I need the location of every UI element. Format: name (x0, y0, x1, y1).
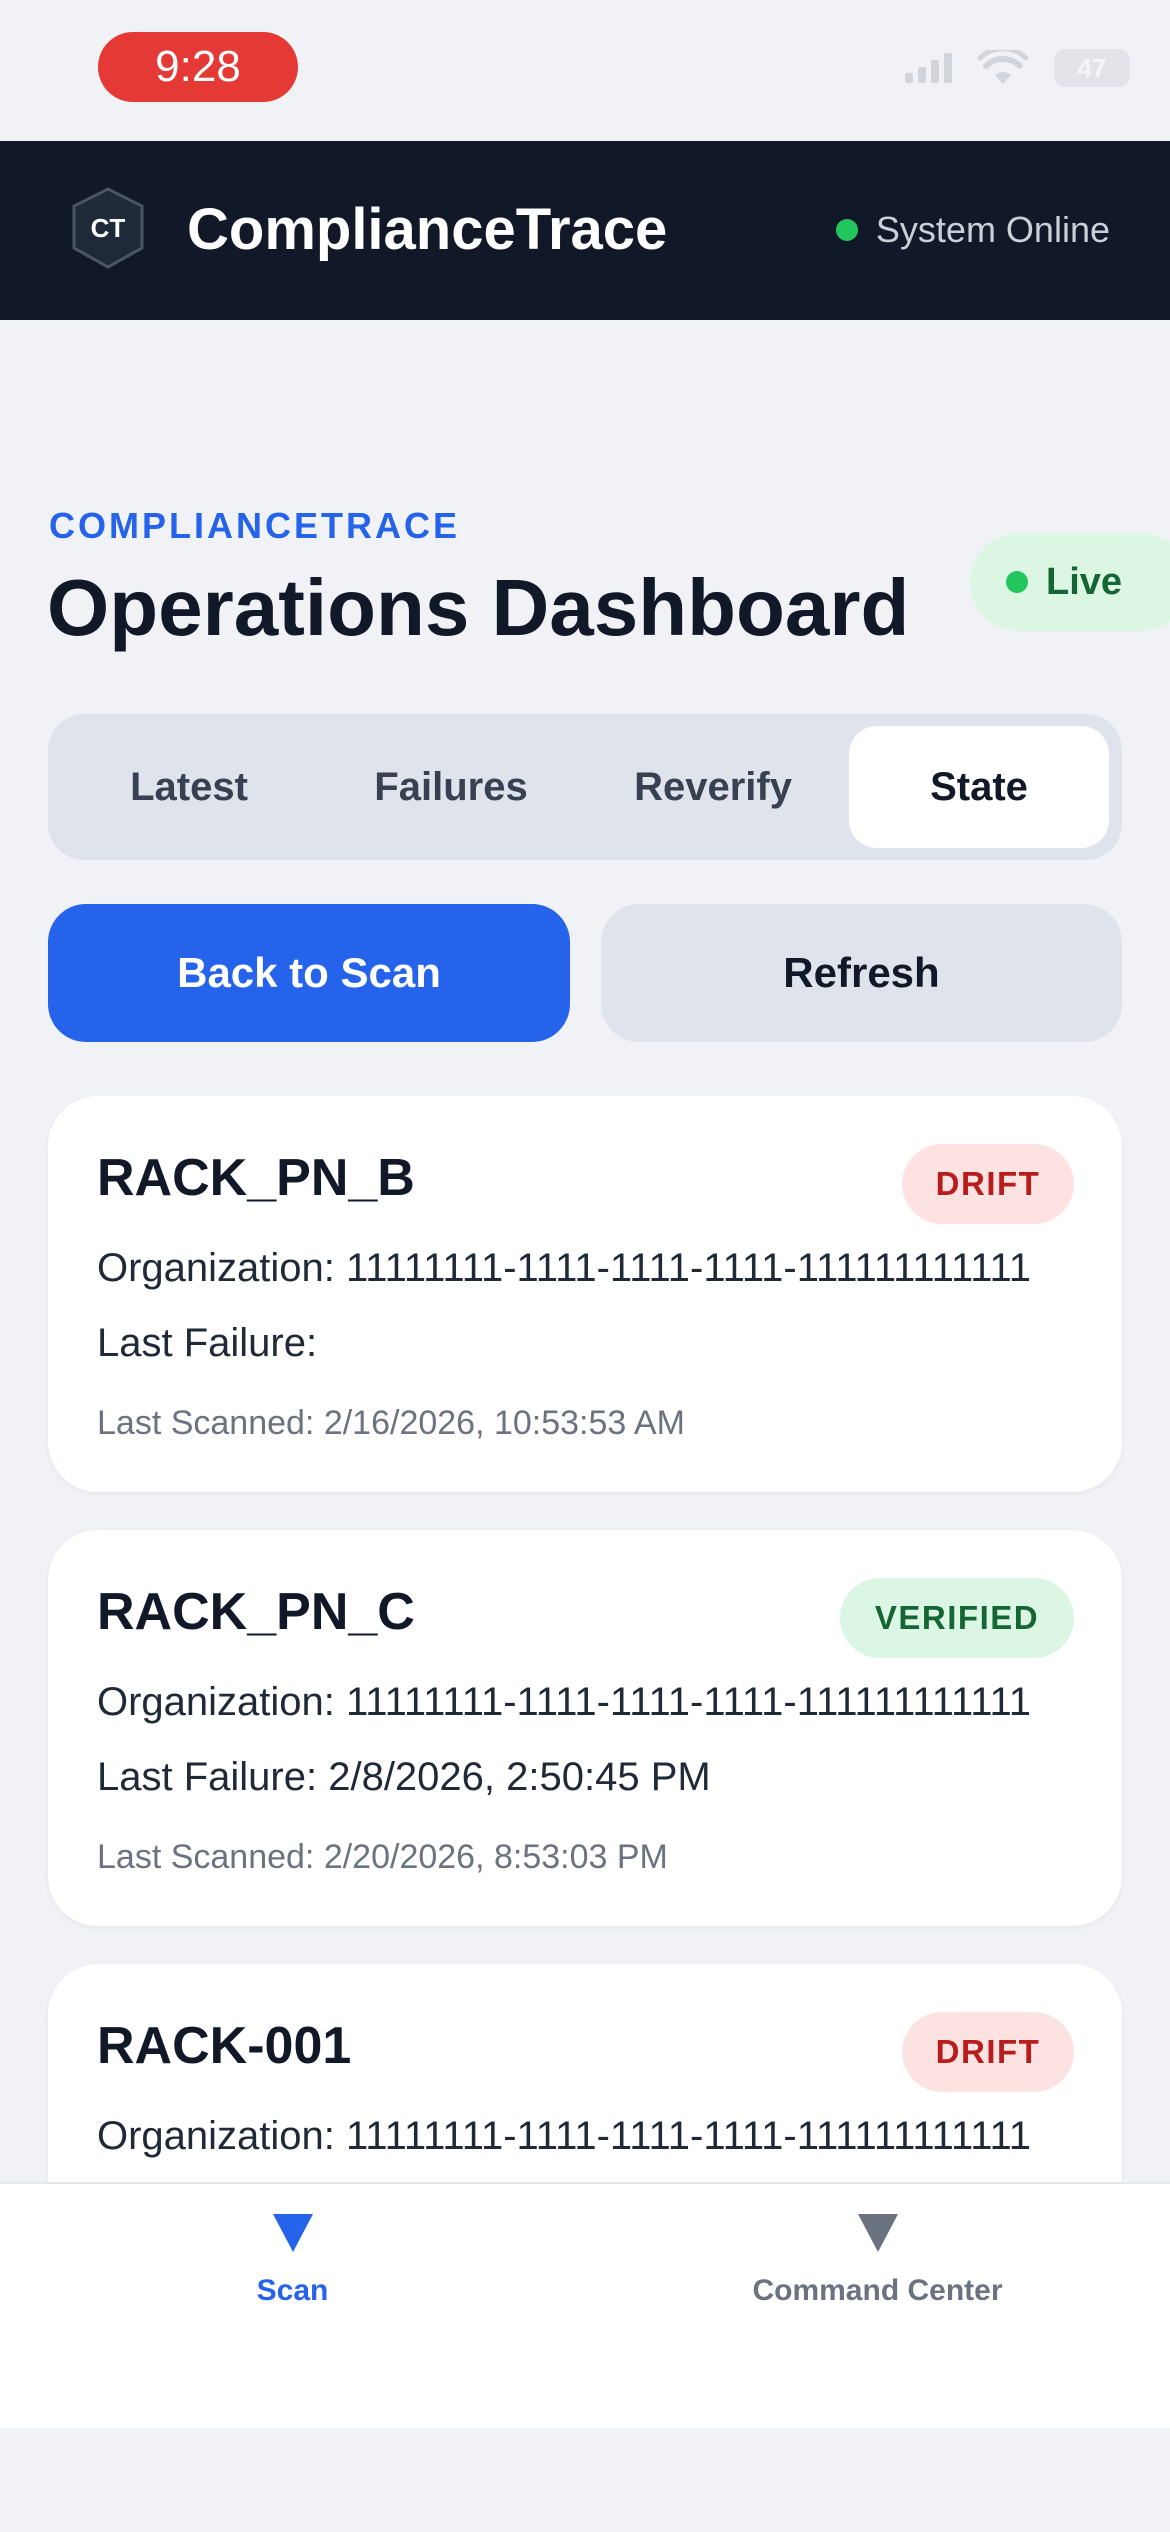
cellular-signal-icon (905, 53, 952, 83)
page-eyebrow: COMPLIANCETRACE (49, 505, 460, 546)
refresh-button[interactable]: Refresh (601, 904, 1122, 1042)
asset-title: RACK_PN_C (97, 1583, 415, 1641)
last-failure-text: Last Failure: (97, 1321, 318, 1365)
status-badge: DRIFT (902, 2012, 1074, 2092)
organization-text: Organization: 11111111-1111-1111-1111-11… (97, 1680, 1032, 1724)
asset-title: RACK_PN_B (97, 1149, 415, 1207)
online-status-dot-icon (835, 219, 858, 241)
tab-failures[interactable]: Failures (322, 726, 580, 848)
last-scanned-text: Last Scanned: 2/16/2026, 10:53:53 AM (97, 1404, 685, 1442)
last-failure-text: Last Failure: 2/8/2026, 2:50:45 PM (97, 1755, 711, 1799)
asset-card[interactable]: RACK_PN_B DRIFT Organization: 11111111-1… (48, 1096, 1122, 1492)
organization-text: Organization: 11111111-1111-1111-1111-11… (97, 2114, 1032, 2158)
tab-reverify[interactable]: Reverify (584, 726, 842, 848)
asset-card[interactable]: RACK_PN_C VERIFIED Organization: 1111111… (48, 1530, 1122, 1926)
triangle-down-icon (272, 2214, 313, 2252)
nav-command-center[interactable]: Command Center (585, 2184, 1170, 2384)
system-status: System Online (835, 209, 1110, 251)
shield-logo-icon: CT (70, 186, 146, 270)
home-indicator-area (0, 2428, 1170, 2532)
nav-scan-label: Scan (256, 2274, 329, 2307)
live-label: Live (1046, 560, 1123, 603)
status-time: 9:28 (98, 32, 298, 102)
wifi-icon (978, 50, 1028, 84)
logo-text: CT (91, 213, 126, 243)
nav-command-center-label: Command Center (752, 2274, 1003, 2307)
bottom-tab-bar: Scan Command Center (0, 2182, 1170, 2428)
asset-title: RACK-001 (97, 2017, 352, 2075)
status-icons: 47 (905, 48, 1130, 88)
nav-scan[interactable]: Scan (0, 2184, 585, 2384)
triangle-down-icon (857, 2214, 898, 2252)
battery-icon: 47 (1054, 49, 1130, 87)
tab-state[interactable]: State (849, 726, 1109, 848)
status-bar: 9:28 47 (0, 0, 1170, 141)
tab-latest[interactable]: Latest (60, 726, 318, 848)
page-title: Operations Dashboard (47, 563, 910, 652)
app-header: CT ComplianceTrace System Online (0, 141, 1170, 320)
live-dot-icon (1006, 571, 1028, 593)
system-status-text: System Online (875, 209, 1110, 250)
back-to-scan-button[interactable]: Back to Scan (48, 904, 570, 1042)
status-badge: DRIFT (902, 1144, 1074, 1224)
organization-text: Organization: 11111111-1111-1111-1111-11… (97, 1246, 1032, 1290)
view-tabs: Latest Failures Reverify State (48, 714, 1122, 860)
status-badge: VERIFIED (840, 1578, 1074, 1658)
app-screen: 9:28 47 CT ComplianceTrace System Online (0, 0, 1170, 2532)
live-badge: Live (970, 533, 1170, 631)
last-scanned-text: Last Scanned: 2/20/2026, 8:53:03 PM (97, 1838, 668, 1876)
app-name: ComplianceTrace (187, 197, 668, 262)
